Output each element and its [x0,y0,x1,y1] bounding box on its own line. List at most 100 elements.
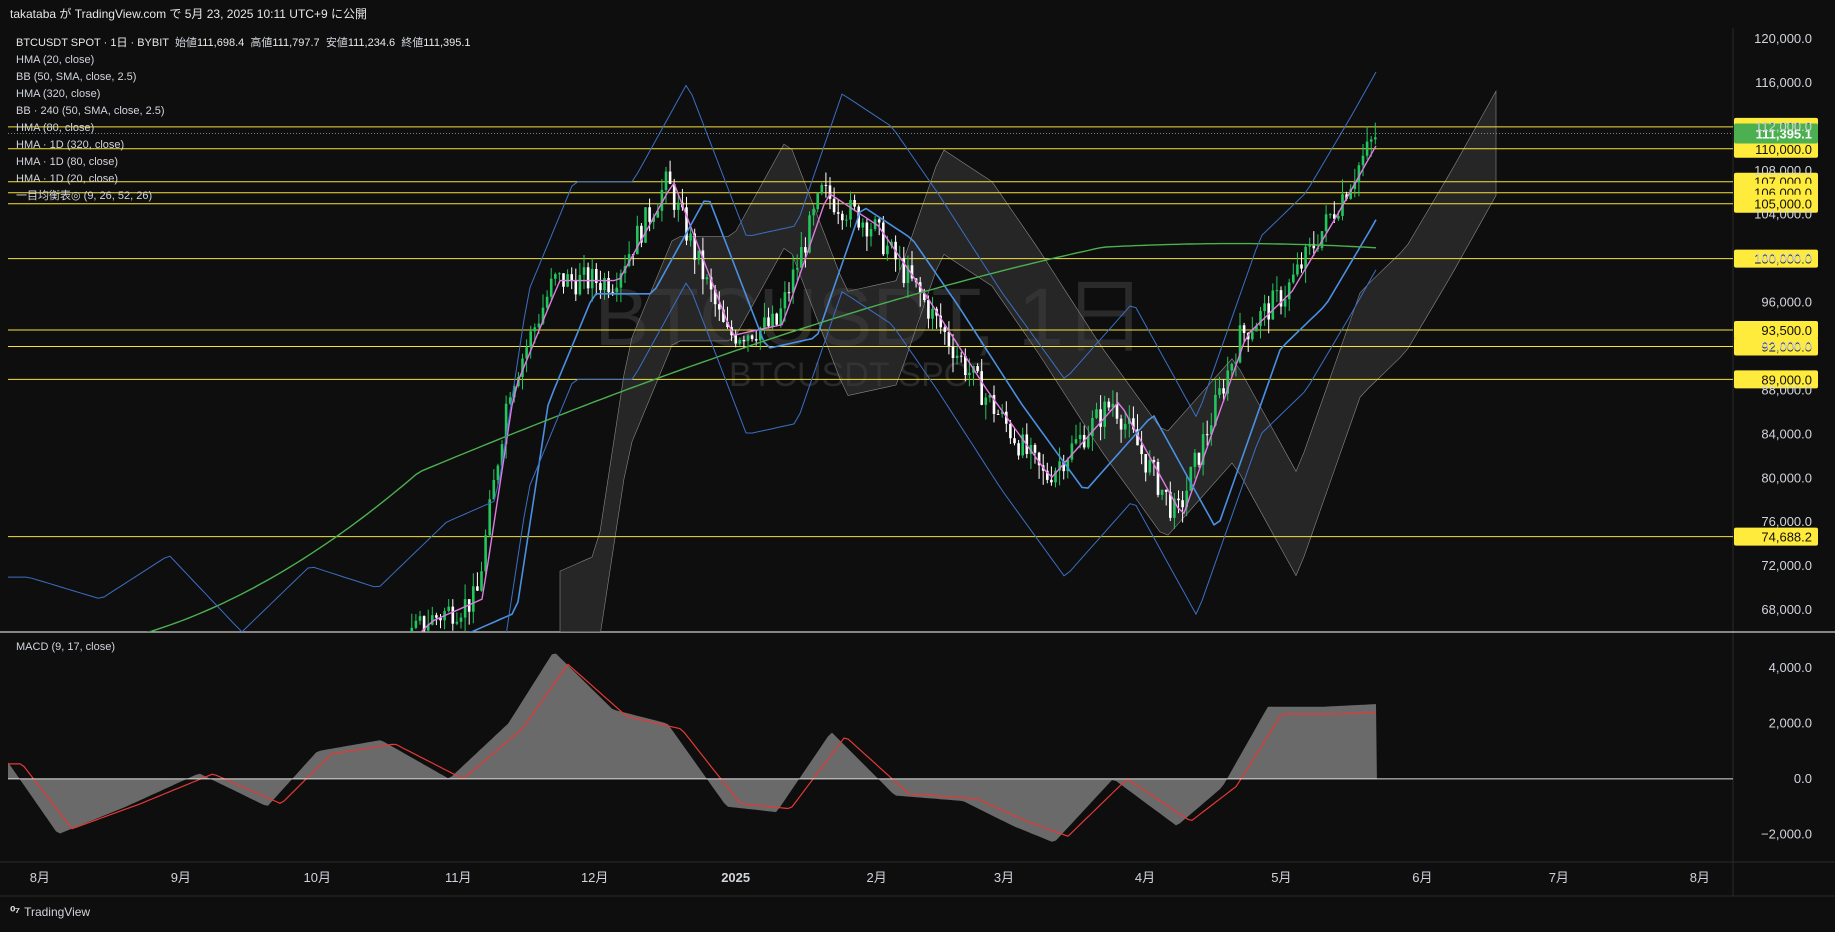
indicator-bb240[interactable]: BB · 240 (50, SMA, close, 2.5) [16,103,471,120]
candle-body [775,313,778,325]
candle-body [455,621,459,624]
level-label: 74,688.2 [1761,530,1812,545]
time-tick-label: 7月 [1549,870,1569,885]
candle-body [414,620,418,628]
level-label: 93,500.0 [1761,323,1812,338]
candle-body [959,355,963,357]
candle-body [1300,264,1303,269]
candle-body [590,268,594,289]
candle-body [545,296,549,308]
time-tick-label: 10月 [304,870,331,885]
candle-body [529,331,532,348]
candle-body [812,209,815,216]
low-label: 安値 [325,37,348,49]
price-tick-label: 88,000.0 [1761,382,1812,397]
candle-body [771,313,774,327]
candle-body [886,245,889,255]
candle-body [955,355,959,359]
candle-body [927,300,930,319]
candle-body [459,617,463,622]
indicator-hma1d-20[interactable]: HMA · 1D (20, close) [16,171,471,188]
price-tick-label: 104,000.0 [1754,207,1812,222]
candle-body [832,198,836,213]
candle-body [558,273,561,275]
open-label: 始値 [174,37,197,49]
candle-body [1328,214,1332,216]
candle-body [1078,434,1082,440]
indicator-bb[interactable]: BB (50, SMA, close, 2.5) [16,69,471,86]
candle-body [853,199,856,207]
candle-body [472,586,475,612]
price-tick-label: 84,000.0 [1761,426,1812,441]
candle-body [1361,155,1365,166]
indicator-hma20[interactable]: HMA (20, close) [16,52,471,69]
indicator-hma1d-320[interactable]: HMA · 1D (320, close) [16,137,471,154]
candle-body [603,278,606,291]
candle-body [869,229,873,237]
symbol-legend[interactable]: BTCUSDT SPOT · 1日 · BYBIT 始値111,698.4 高値… [16,35,471,52]
candle-body [549,278,553,297]
candle-body [1251,331,1254,340]
price-tick-label: 92,000.0 [1761,338,1812,353]
candle-body [586,267,590,289]
candle-body [984,397,988,405]
indicator-hma1d-80[interactable]: HMA · 1D (80, close) [16,154,471,171]
candle-body [578,274,582,295]
time-tick-label: 5月 [1271,870,1291,885]
candle-body [1205,434,1209,436]
candle-body [754,339,758,341]
symbol-name: BTCUSDT SPOT · 1日 · BYBIT [16,37,169,49]
candle-body [849,199,852,220]
candle-body [435,615,438,618]
candle-body [1181,500,1184,508]
candle-body [1140,445,1143,455]
footer-brand: TradingView [24,905,91,919]
macd-legend[interactable]: MACD (9, 17, close) [16,641,115,653]
candle-body [734,335,737,344]
candle-body [1267,303,1270,320]
tradingview-logo-icon: ⁰⁷ [10,904,20,919]
candle-body [496,465,500,481]
candle-body [861,222,865,228]
level-label: 110,000.0 [1755,142,1812,157]
footer: ⁰⁷ TradingView [10,904,90,920]
indicator-hma80[interactable]: HMA (80, close) [16,120,471,137]
candle-body [968,372,971,376]
candle-body [1164,489,1168,492]
candle-body [1189,466,1193,491]
time-tick-label: 2月 [867,870,887,885]
candle-body [783,292,787,309]
candle-body [1337,215,1340,219]
indicator-hma320[interactable]: HMA (320, close) [16,86,471,103]
candle-body [943,327,947,332]
candle-body [677,202,680,210]
price-tick-label: 100,000.0 [1754,251,1812,266]
time-tick-label: 8月 [1690,870,1710,885]
candle-body [1050,479,1053,483]
candle-body [476,586,479,591]
candle-body [1218,388,1221,395]
candle-body [865,222,869,237]
macd-tick-label: −2,000.0 [1761,826,1812,841]
high-label: 高値 [250,37,273,49]
candle-body [648,207,651,222]
high-value: 111,797.7 [272,37,320,49]
candle-body [689,233,692,241]
candle-body [750,335,754,340]
candle-body [668,171,672,184]
candle-body [1271,290,1275,320]
candle-body [574,280,578,295]
candle-body [816,193,819,210]
candle-body [1177,498,1180,501]
candle-body [1070,443,1074,460]
candle-body [800,247,803,268]
time-tick-label: 2025 [721,870,750,885]
candle-body [1374,137,1377,140]
candle-body [463,599,467,618]
candle-body [533,327,537,332]
candle-body [787,292,791,294]
candle-body [1242,325,1246,333]
indicator-ichimoku[interactable]: 一目均衡表◎ (9, 26, 52, 26) [16,188,471,205]
candle-body [845,219,848,221]
candle-body [451,606,455,624]
